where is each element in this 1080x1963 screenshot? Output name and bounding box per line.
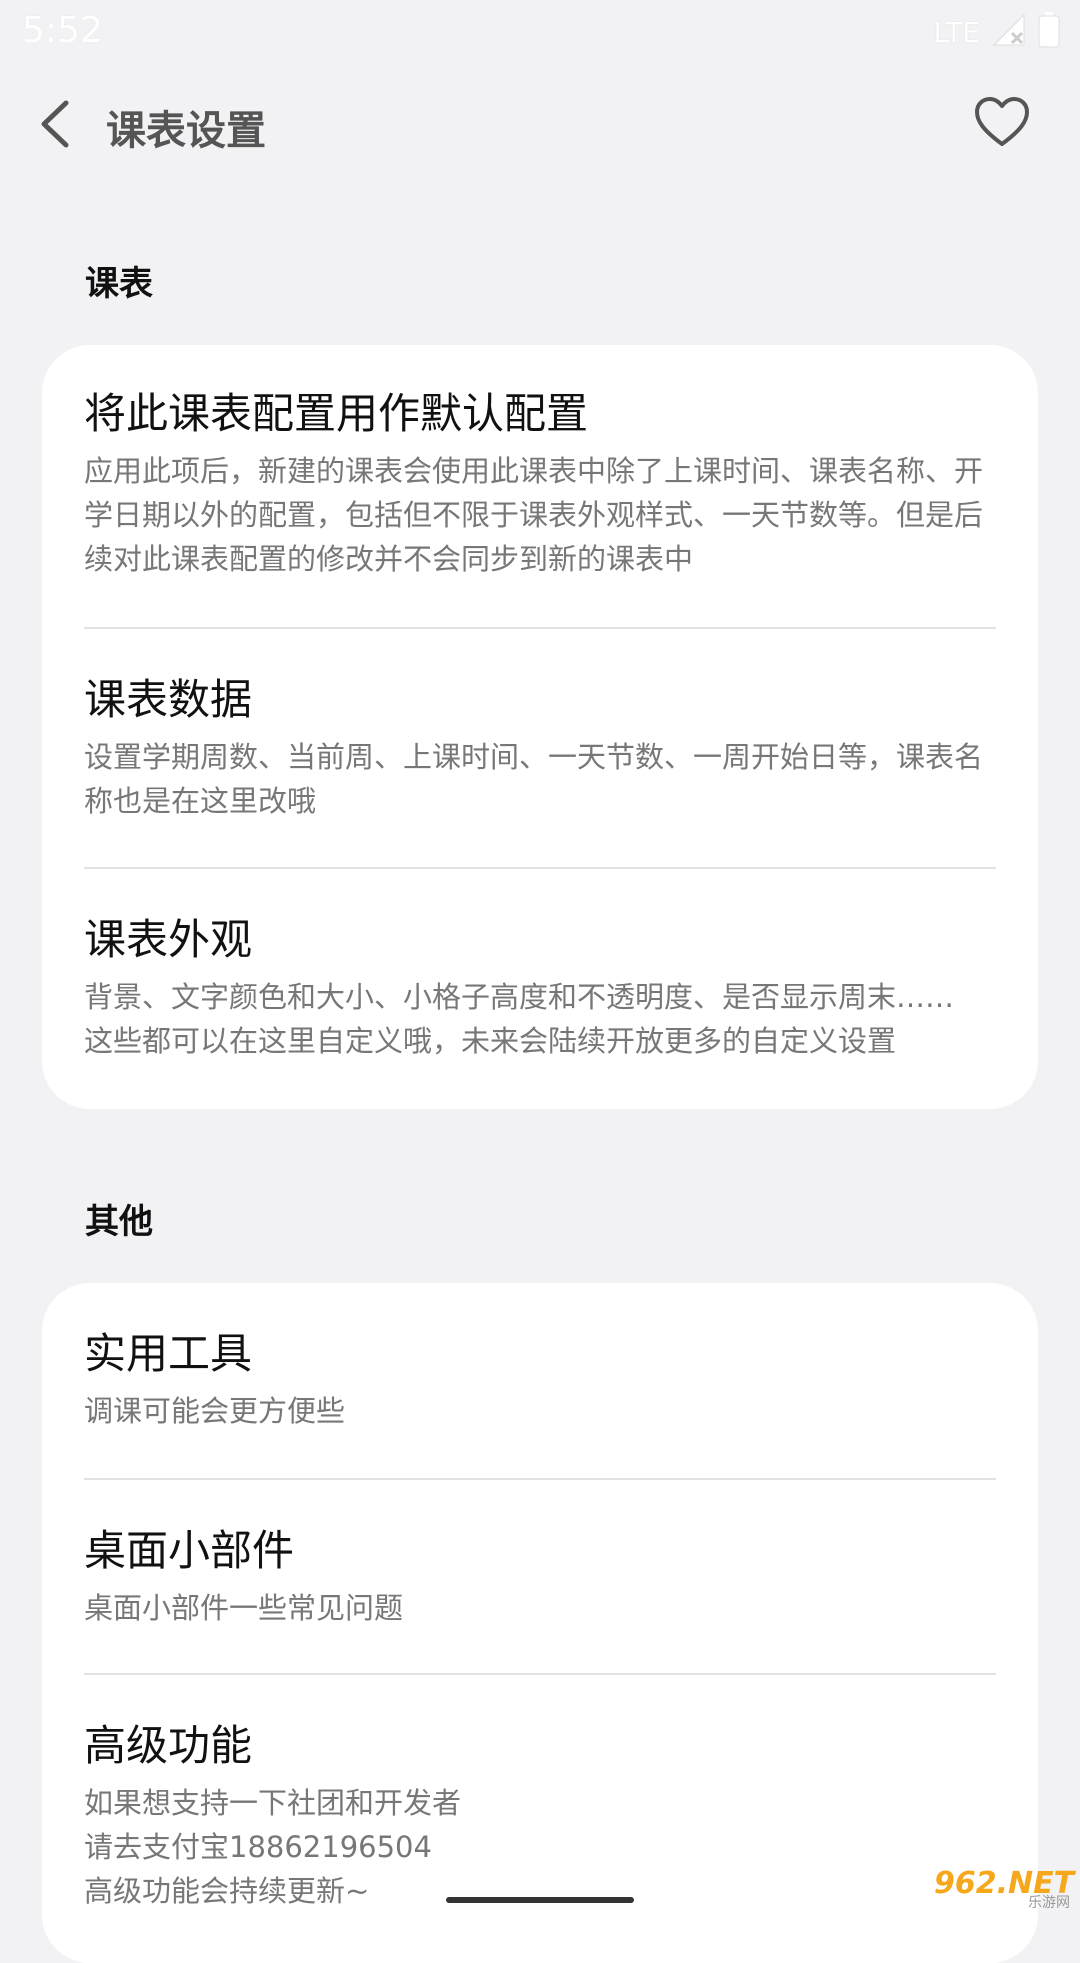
- page-title: 课表设置: [106, 98, 266, 156]
- back-button[interactable]: [30, 94, 80, 154]
- favorite-button[interactable]: [970, 90, 1034, 154]
- other-settings-card: 实用工具 调课可能会更方便些 桌面小部件 桌面小部件一些常见问题 高级功能 如果…: [42, 1283, 1038, 1963]
- list-item-schedule-appearance[interactable]: 课表外观 背景、文字颜色和大小、小格子高度和不透明度、是否显示周末…… 这些都可…: [84, 869, 996, 1099]
- watermark-sub: 乐游网: [1028, 1892, 1070, 1912]
- item-desc: 设置学期周数、当前周、上课时间、一天节数、一周开始日等，课表名称也是在这里改哦: [84, 735, 996, 823]
- signal-icon: [992, 13, 1026, 51]
- status-bar: 5:52 LTE: [0, 0, 1080, 64]
- item-desc: 背景、文字颜色和大小、小格子高度和不透明度、是否显示周末…… 这些都可以在这里自…: [84, 975, 996, 1063]
- item-title: 将此课表配置用作默认配置: [84, 387, 996, 441]
- section-header-schedule: 课表: [85, 256, 153, 305]
- list-item-schedule-data[interactable]: 课表数据 设置学期周数、当前周、上课时间、一天节数、一周开始日等，课表名称也是在…: [84, 629, 996, 869]
- back-arrow-icon: [38, 99, 72, 149]
- item-title: 课表外观: [84, 913, 996, 967]
- item-desc: 桌面小部件一些常见问题: [84, 1586, 996, 1630]
- item-title: 课表数据: [84, 673, 996, 727]
- item-desc: 应用此项后，新建的课表会使用此课表中除了上课时间、课表名称、开学日期以外的配置，…: [84, 449, 996, 581]
- section-header-other: 其他: [85, 1194, 153, 1243]
- list-item-widgets[interactable]: 桌面小部件 桌面小部件一些常见问题: [84, 1480, 996, 1675]
- network-type: LTE: [933, 16, 980, 49]
- item-title: 实用工具: [84, 1327, 996, 1381]
- status-time: 5:52: [22, 10, 103, 51]
- app-bar: 课表设置: [0, 70, 1080, 180]
- heart-icon: [973, 96, 1031, 148]
- schedule-settings-card: 将此课表配置用作默认配置 应用此项后，新建的课表会使用此课表中除了上课时间、课表…: [42, 345, 1038, 1109]
- list-item-tools[interactable]: 实用工具 调课可能会更方便些: [84, 1283, 996, 1480]
- battery-icon: [1038, 12, 1060, 52]
- watermark-logo: 962.NET 乐游网: [934, 1866, 1070, 1912]
- item-desc: 如果想支持一下社团和开发者 请去支付宝18862196504 高级功能会持续更新…: [84, 1781, 996, 1913]
- item-desc: 调课可能会更方便些: [84, 1389, 996, 1433]
- item-title: 桌面小部件: [84, 1524, 996, 1578]
- status-icons: LTE: [933, 12, 1060, 52]
- home-indicator[interactable]: [446, 1897, 634, 1903]
- item-title: 高级功能: [84, 1719, 996, 1773]
- list-item-default-config[interactable]: 将此课表配置用作默认配置 应用此项后，新建的课表会使用此课表中除了上课时间、课表…: [84, 345, 996, 629]
